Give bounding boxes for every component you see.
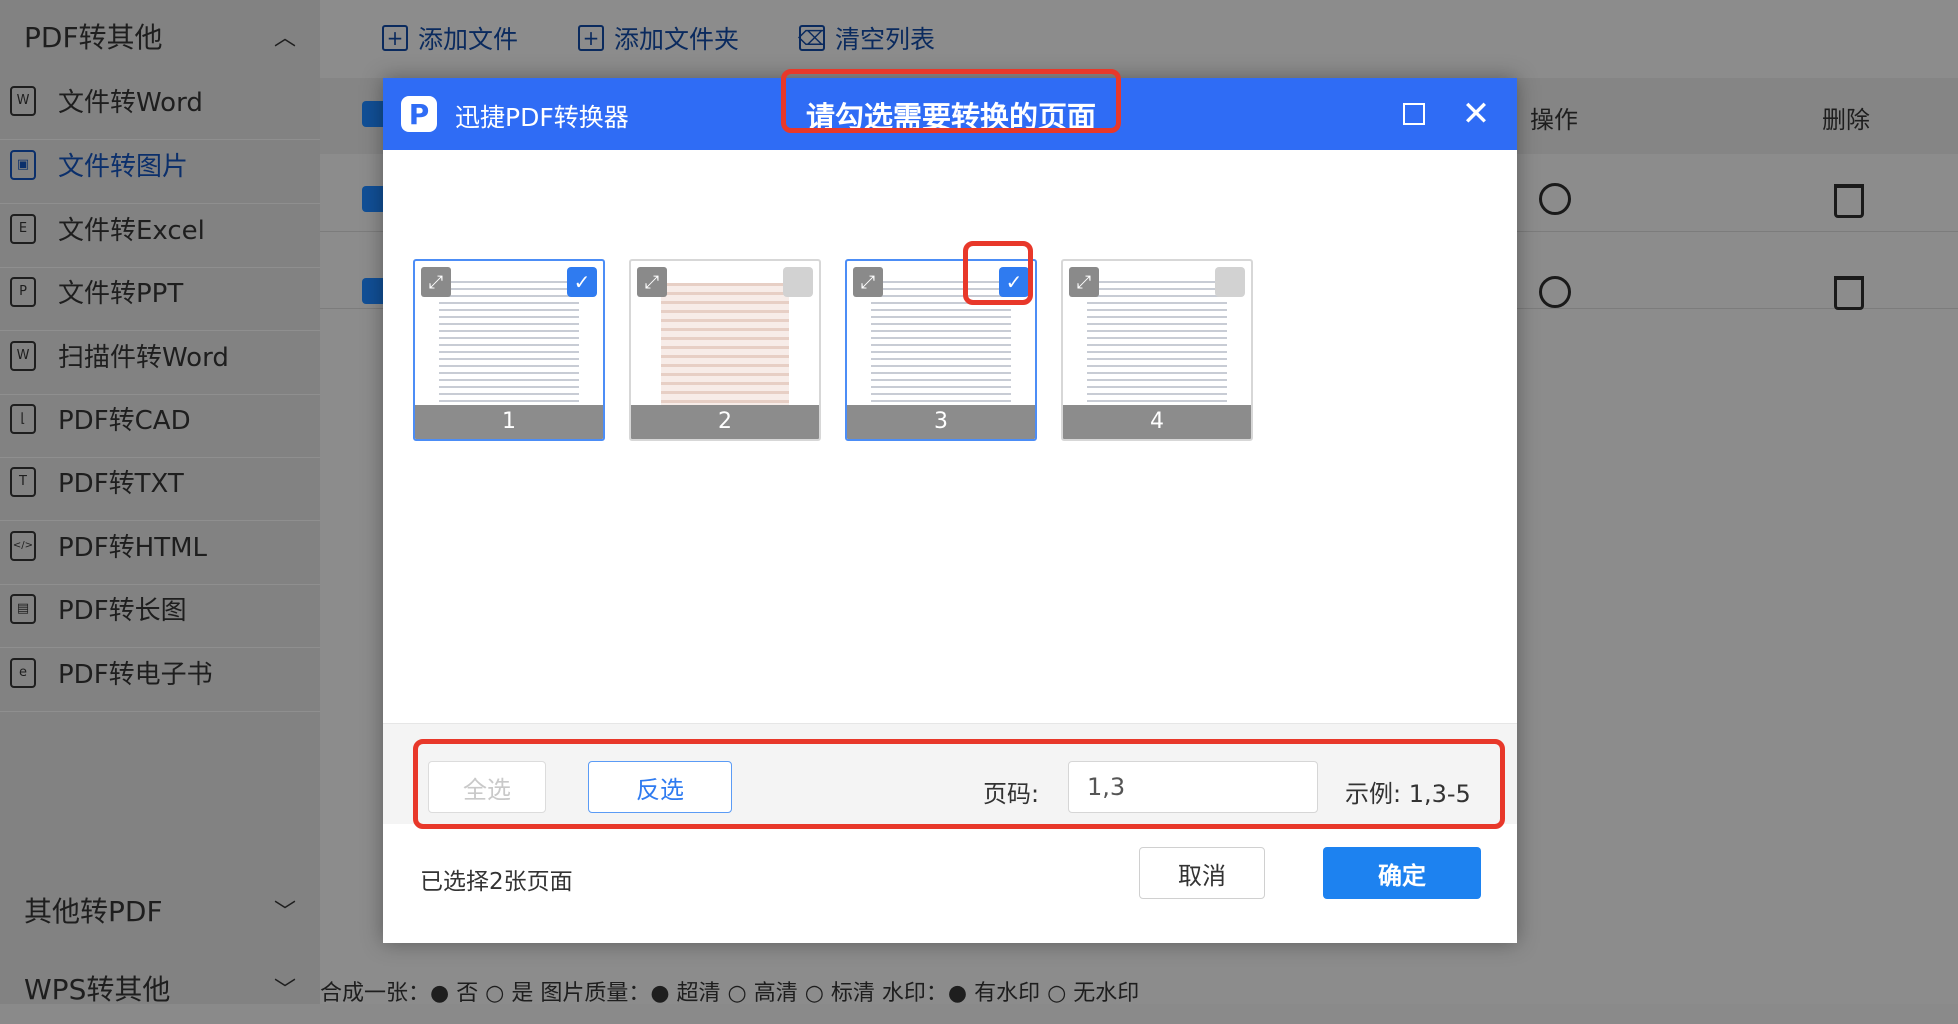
sidebar-item-label: 文件转图片 <box>58 152 189 182</box>
cancel-button[interactable]: 取消 <box>1139 847 1265 899</box>
word-file-icon: W <box>10 85 36 116</box>
add-file-button[interactable]: + 添加文件 <box>382 20 518 56</box>
page-checkbox-unchecked[interactable] <box>783 267 813 297</box>
add-folder-icon: + <box>578 25 605 51</box>
page-preview <box>871 281 1011 405</box>
dialog-header: P 迅捷PDF转换器 请勾选需要转换的页面 ✕ <box>383 78 1517 150</box>
sidebar-item-label: 扫描件转Word <box>58 343 229 373</box>
invert-selection-button[interactable]: 反选 <box>588 761 732 813</box>
sidebar: PDF转其他 ︿ W 文件转Word ▣ 文件转图片 E 文件转Excel P … <box>0 0 320 1006</box>
confirm-button[interactable]: 确定 <box>1323 847 1481 899</box>
page-number: 1 <box>415 405 603 439</box>
page-preview <box>439 281 579 405</box>
page-thumbnail-4[interactable]: ⤢ 4 <box>1061 259 1253 441</box>
refresh-icon[interactable] <box>1539 276 1571 308</box>
dialog-title: 请勾选需要转换的页面 <box>806 100 1097 134</box>
selected-count: 已选择2张页面 <box>420 869 573 895</box>
close-icon[interactable]: ✕ <box>1458 96 1494 132</box>
image-file-icon: ▣ <box>10 149 36 180</box>
delete-icon[interactable] <box>1834 184 1864 218</box>
ppt-file-icon: P <box>10 276 36 307</box>
output-options-bar: 合成一张：● 否 ○ 是 图片质量：● 超清 ○ 高清 ○ 标清 水印：● 有水… <box>320 981 1140 1006</box>
app-name: 迅捷PDF转换器 <box>455 103 629 132</box>
clear-list-button[interactable]: ⌫ 清空列表 <box>797 20 936 56</box>
add-file-label: 添加文件 <box>418 25 519 54</box>
refresh-icon[interactable] <box>1539 183 1571 215</box>
page-thumbnail-2[interactable]: ⤢ 2 <box>629 259 821 441</box>
cad-file-icon: ⌊ <box>10 403 36 434</box>
maximize-icon[interactable] <box>1403 103 1425 125</box>
expand-icon[interactable]: ⤢ <box>637 267 667 297</box>
clear-list-label: 清空列表 <box>835 25 936 54</box>
expand-icon[interactable]: ⤢ <box>853 267 883 297</box>
page-number: 4 <box>1063 405 1251 439</box>
page-number-label: 页码: <box>983 780 1040 808</box>
sidebar-group-label: 其他转PDF <box>24 895 163 928</box>
sidebar-item-label: PDF转CAD <box>58 406 191 436</box>
page-thumbnail-3[interactable]: ⤢ ✓ 3 <box>845 259 1037 441</box>
sidebar-group-other-to-pdf[interactable]: 其他转PDF ﹀ <box>0 874 320 946</box>
scan-icon: W <box>10 340 36 371</box>
expand-icon[interactable]: ⤢ <box>421 267 451 297</box>
chevron-up-icon: ︿ <box>273 26 296 51</box>
page-number-input[interactable] <box>1068 761 1318 813</box>
page-preview <box>661 283 789 405</box>
sidebar-item-label: PDF转HTML <box>58 533 208 563</box>
app-logo-icon: P <box>401 96 437 132</box>
chevron-down-icon: ﹀ <box>273 900 296 925</box>
sidebar-item-label: PDF转长图 <box>58 596 187 626</box>
sidebar-group-label: PDF转其他 <box>24 21 163 54</box>
html-file-icon: </> <box>10 530 36 561</box>
sidebar-item-label: PDF转电子书 <box>58 660 213 690</box>
sidebar-item-label: 文件转PPT <box>58 279 184 309</box>
page-number: 3 <box>847 405 1035 439</box>
toolbar: + 添加文件 + 添加文件夹 ⌫ 清空列表 <box>320 0 1958 76</box>
add-folder-label: 添加文件夹 <box>614 25 740 54</box>
page-select-dialog: P 迅捷PDF转换器 请勾选需要转换的页面 ✕ ⤢ ✓ 1 ⤢ 2 ⤢ ✓ 3 … <box>383 69 1517 943</box>
chevron-down-icon: ﹀ <box>273 978 296 1003</box>
expand-icon[interactable]: ⤢ <box>1069 267 1099 297</box>
ebook-file-icon: e <box>10 657 36 688</box>
page-checkbox-unchecked[interactable] <box>1215 267 1245 297</box>
page-number: 2 <box>631 405 819 439</box>
example-hint: 示例: 1,3-5 <box>1345 780 1471 808</box>
select-all-button[interactable]: 全选 <box>428 761 546 813</box>
sidebar-item-label: 文件转Excel <box>58 216 205 246</box>
long-image-icon: ▤ <box>10 593 36 624</box>
trash-icon: ⌫ <box>797 25 827 51</box>
add-folder-button[interactable]: + 添加文件夹 <box>578 20 739 56</box>
column-operation: 操作 <box>1530 106 1578 134</box>
column-delete: 删除 <box>1822 106 1870 134</box>
page-checkbox-checked[interactable]: ✓ <box>999 267 1029 297</box>
page-checkbox-checked[interactable]: ✓ <box>567 267 597 297</box>
sidebar-group-label: WPS转其他 <box>24 973 171 1006</box>
sidebar-group-wps[interactable]: WPS转其他 ﹀ <box>0 952 320 1024</box>
sidebar-item-label: PDF转TXT <box>58 469 184 499</box>
txt-file-icon: T <box>10 466 36 497</box>
page-thumbnail-1[interactable]: ⤢ ✓ 1 <box>413 259 605 441</box>
page-preview <box>1087 281 1227 405</box>
sidebar-item-ebook[interactable]: e PDF转电子书 <box>0 634 320 712</box>
delete-icon[interactable] <box>1834 276 1864 310</box>
add-file-icon: + <box>382 25 408 51</box>
excel-file-icon: E <box>10 213 36 244</box>
sidebar-item-label: 文件转Word <box>58 88 203 118</box>
